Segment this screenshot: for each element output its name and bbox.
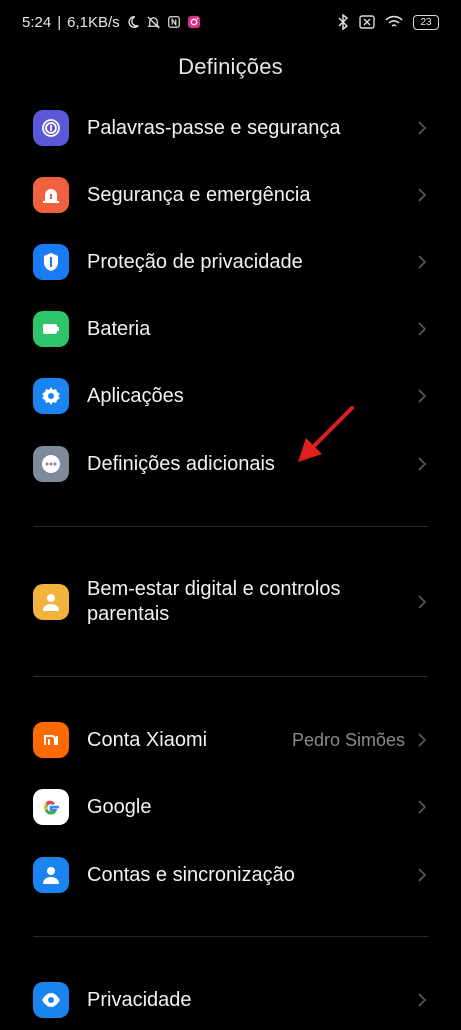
no-sim-icon	[359, 15, 375, 29]
settings-item-label: Bem-estar digital e controlos parentais	[87, 578, 341, 625]
google-g-icon	[33, 789, 69, 825]
settings-item-xiaomi-account[interactable]: Conta Xiaomi Pedro Simões	[0, 710, 461, 770]
divider	[33, 526, 428, 527]
dots-icon	[33, 446, 69, 482]
chevron-right-icon	[418, 389, 427, 403]
moon-icon	[126, 15, 140, 29]
battery-icon	[33, 311, 69, 347]
settings-item-label: Palavras-passe e segurança	[87, 116, 341, 139]
eye-icon	[33, 982, 69, 1018]
divider	[33, 936, 428, 937]
status-separator: |	[57, 13, 62, 31]
fingerprint-icon	[33, 110, 69, 146]
settings-item-digital-wellbeing[interactable]: Bem-estar digital e controlos parentais	[0, 572, 461, 632]
settings-item-safety-emergency[interactable]: Segurança e emergência	[0, 165, 461, 225]
settings-item-apps[interactable]: Aplicações	[0, 366, 461, 426]
settings-item-passwords-security[interactable]: Palavras-passe e segurança	[0, 98, 461, 158]
settings-item-label: Segurança e emergência	[87, 183, 311, 206]
status-network-speed: 6,1KB/s	[67, 13, 120, 31]
settings-item-label: Contas e sincronização	[87, 863, 295, 886]
shield-icon	[33, 244, 69, 280]
chevron-right-icon	[418, 255, 427, 269]
settings-item-google[interactable]: Google	[0, 777, 461, 837]
account-name-value: Pedro Simões	[291, 729, 405, 750]
bluetooth-icon	[337, 14, 349, 30]
chevron-right-icon	[418, 868, 427, 882]
annotation-arrow-icon	[298, 406, 354, 462]
settings-item-privacy[interactable]: Privacidade	[0, 970, 461, 1030]
settings-item-battery[interactable]: Bateria	[0, 299, 461, 359]
chevron-right-icon	[418, 993, 427, 1007]
person-heart-icon	[33, 584, 69, 620]
status-right: 23	[337, 14, 439, 30]
siren-icon	[33, 177, 69, 213]
settings-item-accounts-sync[interactable]: Contas e sincronização	[0, 845, 461, 905]
divider	[33, 676, 428, 677]
page-title: Definições	[178, 54, 283, 79]
chevron-right-icon	[418, 188, 427, 202]
mi-logo-icon	[33, 722, 69, 758]
status-time: 5:24	[22, 13, 52, 31]
wifi-icon	[385, 15, 403, 29]
bell-muted-icon	[146, 15, 161, 30]
settings-item-label: Google	[87, 795, 152, 818]
settings-item-label: Proteção de privacidade	[87, 250, 303, 273]
chevron-right-icon	[418, 457, 427, 471]
settings-item-privacy-protection[interactable]: Proteção de privacidade	[0, 232, 461, 292]
settings-item-label: Conta Xiaomi	[87, 728, 208, 751]
settings-item-label: Bateria	[87, 317, 151, 340]
settings-item-label: Aplicações	[87, 384, 184, 407]
chevron-right-icon	[418, 595, 427, 609]
instagram-icon	[187, 15, 201, 29]
gear-icon	[33, 378, 69, 414]
person-icon	[33, 857, 69, 893]
nfc-icon	[167, 15, 181, 29]
status-bar: 5:24 | 6,1KB/s 23	[0, 0, 461, 44]
chevron-right-icon	[418, 121, 427, 135]
battery-indicator: 23	[413, 14, 439, 30]
settings-item-additional-settings[interactable]: Definições adicionais	[0, 434, 461, 494]
chevron-right-icon	[418, 733, 427, 747]
chevron-right-icon	[418, 800, 427, 814]
settings-item-label: Privacidade	[87, 988, 192, 1011]
status-left: 5:24 | 6,1KB/s	[22, 14, 201, 31]
settings-item-label: Definições adicionais	[87, 452, 275, 475]
chevron-right-icon	[418, 322, 427, 336]
